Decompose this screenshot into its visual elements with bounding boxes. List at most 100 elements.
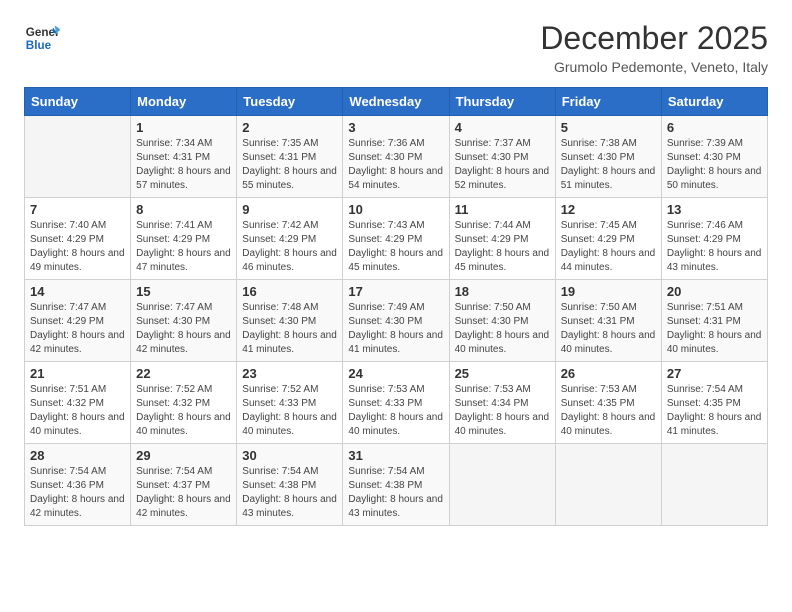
month-title: December 2025 bbox=[540, 20, 768, 57]
sunrise-text: Sunrise: 7:35 AM bbox=[242, 138, 318, 149]
sunrise-text: Sunrise: 7:36 AM bbox=[348, 138, 424, 149]
sunset-text: Sunset: 4:30 PM bbox=[242, 316, 316, 327]
day-number: 2 bbox=[242, 120, 337, 135]
week-row-1: 1 Sunrise: 7:34 AM Sunset: 4:31 PM Daylight… bbox=[25, 116, 768, 198]
day-number: 11 bbox=[455, 202, 550, 217]
weekday-header-saturday: Saturday bbox=[661, 88, 767, 116]
daylight-text: Daylight: 8 hours and 57 minutes. bbox=[136, 166, 231, 191]
week-row-2: 7Sunrise: 7:40 AMSunset: 4:29 PMDaylight… bbox=[25, 198, 768, 280]
day-cell: 19Sunrise: 7:50 AMSunset: 4:31 PMDayligh… bbox=[555, 280, 661, 362]
day-cell: 3Sunrise: 7:36 AMSunset: 4:30 PMDaylight… bbox=[343, 116, 449, 198]
daylight-text: Daylight: 8 hours and 45 minutes. bbox=[455, 248, 550, 273]
daylight-text: Daylight: 8 hours and 55 minutes. bbox=[242, 166, 337, 191]
day-cell: 10Sunrise: 7:43 AMSunset: 4:29 PMDayligh… bbox=[343, 198, 449, 280]
sunset-text: Sunset: 4:37 PM bbox=[136, 480, 210, 491]
svg-text:Blue: Blue bbox=[26, 39, 52, 52]
day-number: 16 bbox=[242, 284, 337, 299]
day-number: 7 bbox=[30, 202, 125, 217]
logo-icon: General Blue bbox=[24, 20, 60, 56]
weekday-header-row: SundayMondayTuesdayWednesdayThursdayFrid… bbox=[25, 88, 768, 116]
daylight-text: Daylight: 8 hours and 43 minutes. bbox=[667, 248, 762, 273]
day-number: 22 bbox=[136, 366, 231, 381]
day-number: 14 bbox=[30, 284, 125, 299]
sunset-text: Sunset: 4:31 PM bbox=[136, 152, 210, 163]
sunrise-text: Sunrise: 7:34 AM bbox=[136, 138, 212, 149]
day-cell: 23Sunrise: 7:52 AMSunset: 4:33 PMDayligh… bbox=[237, 362, 343, 444]
daylight-text: Daylight: 8 hours and 54 minutes. bbox=[348, 166, 443, 191]
sunset-text: Sunset: 4:35 PM bbox=[561, 398, 635, 409]
day-cell: 12Sunrise: 7:45 AMSunset: 4:29 PMDayligh… bbox=[555, 198, 661, 280]
day-info: Sunrise: 7:44 AM Sunset: 4:29 PM Daylight:… bbox=[455, 219, 550, 275]
sunrise-text: Sunrise: 7:54 AM bbox=[30, 466, 106, 477]
day-info: Sunrise: 7:39 AMSunset: 4:30 PMDaylight:… bbox=[667, 137, 762, 193]
sunrise-text: Sunrise: 7:50 AM bbox=[455, 302, 531, 313]
sunset-text: Sunset: 4:29 PM bbox=[455, 234, 529, 245]
day-number: 20 bbox=[667, 284, 762, 299]
day-number: 30 bbox=[242, 448, 337, 463]
sunset-text: Sunset: 4:31 PM bbox=[242, 152, 316, 163]
day-info: Sunrise: 7:40 AMSunset: 4:29 PMDaylight:… bbox=[30, 219, 125, 275]
sunrise-text: Sunrise: 7:51 AM bbox=[30, 384, 106, 395]
day-info: Sunrise: 7:46 AMSunset: 4:29 PMDaylight:… bbox=[667, 219, 762, 275]
day-info: Sunrise: 7:51 AMSunset: 4:31 PMDaylight:… bbox=[667, 301, 762, 357]
sunrise-text: Sunrise: 7:40 AM bbox=[30, 220, 106, 231]
day-cell: 9 Sunrise: 7:42 AMSunset: 4:29 PMDaylight… bbox=[237, 198, 343, 280]
daylight-text: Daylight: 8 hours and 40 minutes. bbox=[667, 330, 762, 355]
day-info: Sunrise: 7:53 AMSunset: 4:33 PMDaylight:… bbox=[348, 383, 443, 439]
day-cell: 2 Sunrise: 7:35 AM Sunset: 4:31 PM Daylight… bbox=[237, 116, 343, 198]
day-info: Sunrise: 7:48 AMSunset: 4:30 PMDaylight:… bbox=[242, 301, 337, 357]
day-cell: 21Sunrise: 7:51 AMSunset: 4:32 PMDayligh… bbox=[25, 362, 131, 444]
day-number: 12 bbox=[561, 202, 656, 217]
day-number: 9 bbox=[242, 202, 337, 217]
day-cell bbox=[555, 444, 661, 526]
daylight-text: Daylight: 8 hours and 41 minutes. bbox=[667, 412, 762, 437]
day-number: 25 bbox=[455, 366, 550, 381]
sunset-text: Sunset: 4:29 PM bbox=[242, 234, 316, 245]
daylight-text: Daylight: 8 hours and 43 minutes. bbox=[242, 494, 337, 519]
week-row-4: 21Sunrise: 7:51 AMSunset: 4:32 PMDayligh… bbox=[25, 362, 768, 444]
day-cell: 16 Sunrise: 7:48 AMSunset: 4:30 PMDayligh… bbox=[237, 280, 343, 362]
day-info: Sunrise: 7:52 AMSunset: 4:32 PMDaylight:… bbox=[136, 383, 231, 439]
day-cell: 28Sunrise: 7:54 AMSunset: 4:36 PMDayligh… bbox=[25, 444, 131, 526]
day-cell: 4Sunrise: 7:37 AMSunset: 4:30 PMDaylight… bbox=[449, 116, 555, 198]
day-cell bbox=[25, 116, 131, 198]
day-cell: 24Sunrise: 7:53 AMSunset: 4:33 PMDayligh… bbox=[343, 362, 449, 444]
daylight-text: Daylight: 8 hours and 40 minutes. bbox=[561, 412, 656, 437]
day-cell bbox=[661, 444, 767, 526]
day-info: Sunrise: 7:34 AM Sunset: 4:31 PM Daylight:… bbox=[136, 137, 231, 193]
daylight-text: Daylight: 8 hours and 42 minutes. bbox=[136, 494, 231, 519]
day-number: 31 bbox=[348, 448, 443, 463]
daylight-text: Daylight: 8 hours and 45 minutes. bbox=[348, 248, 443, 273]
day-number: 18 bbox=[455, 284, 550, 299]
day-info: Sunrise: 7:50 AMSunset: 4:30 PMDaylight:… bbox=[455, 301, 550, 357]
daylight-text: Daylight: 8 hours and 40 minutes. bbox=[30, 412, 125, 437]
sunrise-text: Sunrise: 7:54 AM bbox=[136, 466, 212, 477]
day-info: Sunrise: 7:36 AMSunset: 4:30 PMDaylight:… bbox=[348, 137, 443, 193]
day-info: Sunrise: 7:42 AMSunset: 4:29 PMDaylight:… bbox=[242, 219, 337, 275]
day-cell: 17Sunrise: 7:49 AMSunset: 4:30 PMDayligh… bbox=[343, 280, 449, 362]
day-info: Sunrise: 7:54 AMSunset: 4:36 PMDaylight:… bbox=[30, 465, 125, 521]
daylight-text: Daylight: 8 hours and 44 minutes. bbox=[561, 248, 656, 273]
day-number: 8 bbox=[136, 202, 231, 217]
day-number: 23 bbox=[242, 366, 337, 381]
week-row-3: 14Sunrise: 7:47 AMSunset: 4:29 PMDayligh… bbox=[25, 280, 768, 362]
daylight-text: Daylight: 8 hours and 41 minutes. bbox=[348, 330, 443, 355]
sunset-text: Sunset: 4:30 PM bbox=[667, 152, 741, 163]
daylight-text: Daylight: 8 hours and 41 minutes. bbox=[242, 330, 337, 355]
day-number: 26 bbox=[561, 366, 656, 381]
day-cell: 22 Sunrise: 7:52 AMSunset: 4:32 PMDayligh… bbox=[131, 362, 237, 444]
daylight-text: Daylight: 8 hours and 40 minutes. bbox=[242, 412, 337, 437]
location-subtitle: Grumolo Pedemonte, Veneto, Italy bbox=[540, 59, 768, 75]
sunrise-text: Sunrise: 7:53 AM bbox=[348, 384, 424, 395]
sunrise-text: Sunrise: 7:54 AM bbox=[667, 384, 743, 395]
day-number: 27 bbox=[667, 366, 762, 381]
weekday-header-thursday: Thursday bbox=[449, 88, 555, 116]
day-cell: 27Sunrise: 7:54 AMSunset: 4:35 PMDayligh… bbox=[661, 362, 767, 444]
sunset-text: Sunset: 4:32 PM bbox=[136, 398, 210, 409]
daylight-text: Daylight: 8 hours and 40 minutes. bbox=[455, 330, 550, 355]
sunset-text: Sunset: 4:30 PM bbox=[561, 152, 635, 163]
day-number: 1 bbox=[136, 120, 231, 135]
sunrise-text: Sunrise: 7:53 AM bbox=[455, 384, 531, 395]
daylight-text: Daylight: 8 hours and 51 minutes. bbox=[561, 166, 656, 191]
sunrise-text: Sunrise: 7:44 AM bbox=[455, 220, 531, 231]
